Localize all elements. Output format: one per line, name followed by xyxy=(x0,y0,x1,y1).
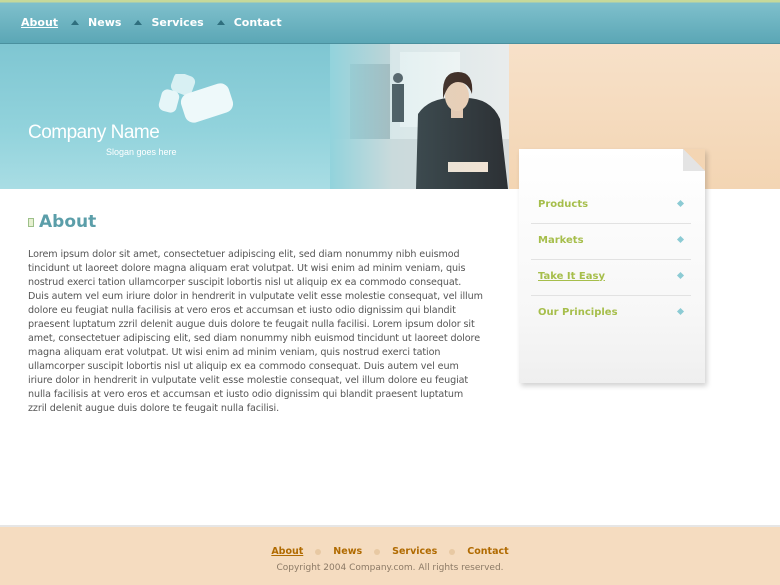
footer-link-news[interactable]: News xyxy=(333,546,362,557)
footer-link-contact[interactable]: Contact xyxy=(467,546,508,557)
nav-link-about[interactable]: About xyxy=(21,16,58,29)
footer-link-services[interactable]: Services xyxy=(392,546,437,557)
header-banner: Company Name Slogan goes here xyxy=(0,44,509,189)
footer: About News Services Contact Copyright 20… xyxy=(0,527,780,585)
company-name: Company Name xyxy=(28,122,160,143)
sidebar-item-label[interactable]: Take It Easy xyxy=(531,271,605,282)
page-title: About xyxy=(39,212,97,232)
sidebar-item-label[interactable]: Our Principles xyxy=(531,307,618,318)
sidebar-item-markets[interactable]: Markets xyxy=(531,224,691,260)
nav-link-contact[interactable]: Contact xyxy=(234,16,282,29)
dot-separator-icon xyxy=(374,548,381,555)
triangle-separator-icon xyxy=(134,20,143,25)
page-fold-corner xyxy=(683,149,705,171)
top-nav: About News Services Contact xyxy=(21,16,282,29)
diamond-bullet-icon xyxy=(676,307,685,316)
sidebar-item-label[interactable]: Products xyxy=(531,199,588,210)
triangle-separator-icon xyxy=(216,20,225,25)
nav-link-services[interactable]: Services xyxy=(151,16,203,29)
diamond-bullet-icon xyxy=(676,235,685,244)
sidebar-item-our-principles[interactable]: Our Principles xyxy=(531,296,691,332)
top-nav-bar: About News Services Contact xyxy=(0,0,780,44)
triangle-separator-icon xyxy=(71,20,80,25)
copyright-text: Copyright 2004 Company.com. All rights r… xyxy=(276,563,504,573)
nav-link-news[interactable]: News xyxy=(88,16,121,29)
businesswoman-photo xyxy=(330,44,509,189)
sidebar-item-take-it-easy[interactable]: Take It Easy xyxy=(531,260,691,296)
dot-separator-icon xyxy=(449,548,456,555)
body-paragraph: Lorem ipsum dolor sit amet, consectetuer… xyxy=(28,249,483,414)
company-logo-icon xyxy=(158,74,234,123)
heading-bullet-icon xyxy=(28,217,34,227)
diamond-bullet-icon xyxy=(676,199,685,208)
section-heading: About xyxy=(28,212,96,232)
diamond-bullet-icon xyxy=(676,271,685,280)
sidebar-item-products[interactable]: Products xyxy=(531,188,691,224)
footer-nav: About News Services Contact xyxy=(0,546,780,557)
slogan: Slogan goes here xyxy=(106,147,177,157)
sidebar-menu: Products Markets Take It Easy Our Princi… xyxy=(519,149,705,383)
footer-link-about[interactable]: About xyxy=(271,546,303,557)
sidebar-item-label[interactable]: Markets xyxy=(531,235,584,246)
dot-separator-icon xyxy=(315,548,322,555)
